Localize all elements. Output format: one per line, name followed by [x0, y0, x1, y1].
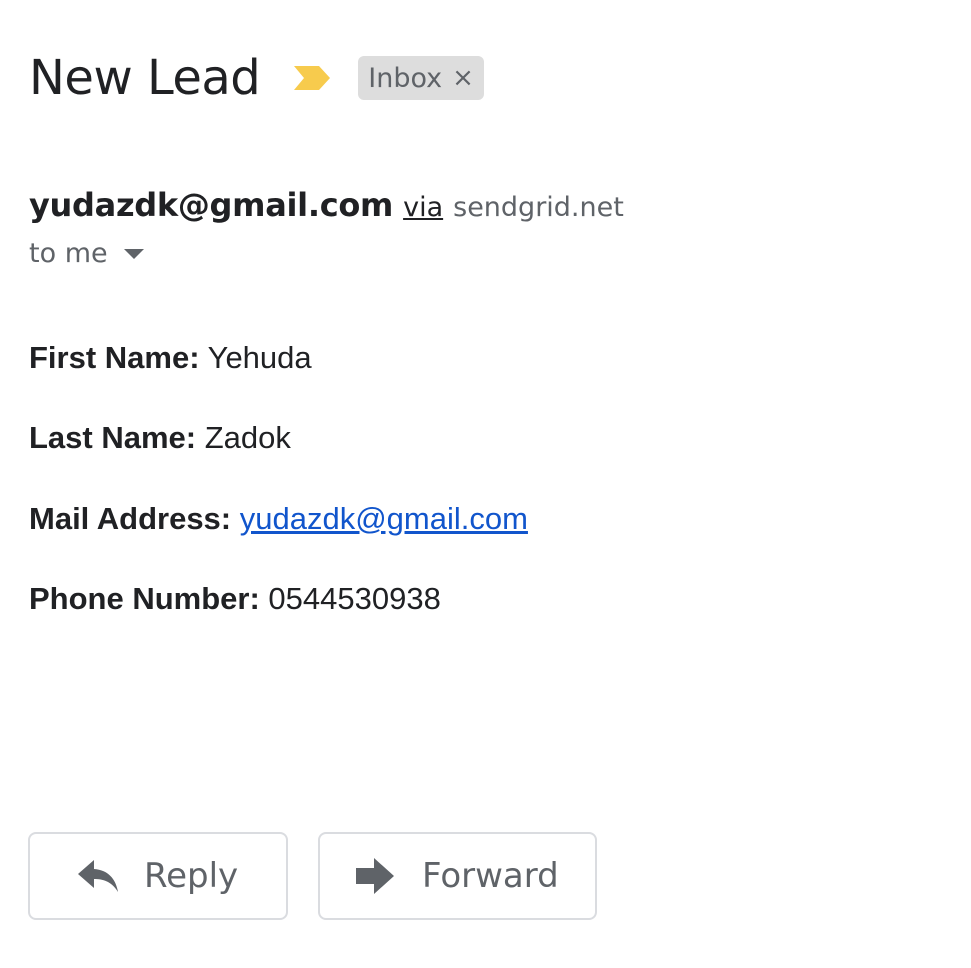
sender-row: yudazdk@gmail.com via sendgrid.net — [29, 186, 624, 224]
forward-arrow-icon — [354, 856, 398, 896]
field-label: First Name: — [29, 340, 200, 375]
remove-label-icon[interactable]: × — [452, 65, 474, 91]
field-label: Phone Number: — [29, 581, 260, 616]
recipient-text: to me — [29, 238, 108, 269]
field-value: Yehuda — [207, 340, 312, 375]
field-label: Last Name: — [29, 420, 197, 455]
body-field-phone-number: Phone Number: 0544530938 — [29, 581, 441, 617]
email-subject: New Lead — [29, 50, 261, 106]
subject-row: New Lead Inbox × — [29, 46, 484, 110]
field-value: 0544530938 — [268, 581, 441, 616]
label-chip-text: Inbox — [368, 62, 443, 94]
via-link[interactable]: via — [403, 192, 443, 223]
importance-marker-icon[interactable] — [292, 64, 332, 92]
field-value-wrapper: yudazdk@gmail.com — [240, 501, 528, 536]
recipient-details-toggle[interactable]: to me — [29, 238, 144, 269]
forward-label: Forward — [422, 856, 559, 896]
mail-address-link[interactable]: yudazdk@gmail.com — [240, 501, 528, 536]
sender-email[interactable]: yudazdk@gmail.com — [29, 186, 393, 224]
label-chip-inbox: Inbox × — [358, 56, 484, 100]
via-domain: sendgrid.net — [453, 192, 624, 223]
reply-label: Reply — [144, 856, 239, 896]
body-field-mail-address: Mail Address: yudazdk@gmail.com — [29, 501, 528, 537]
caret-down-icon[interactable] — [123, 248, 144, 259]
reply-button[interactable]: Reply — [28, 832, 288, 920]
field-value: Zadok — [204, 420, 291, 455]
field-label: Mail Address: — [29, 501, 232, 536]
body-field-last-name: Last Name: Zadok — [29, 420, 291, 456]
reply-arrow-icon — [76, 856, 120, 896]
body-field-first-name: First Name: Yehuda — [29, 340, 312, 376]
forward-button[interactable]: Forward — [318, 832, 597, 920]
